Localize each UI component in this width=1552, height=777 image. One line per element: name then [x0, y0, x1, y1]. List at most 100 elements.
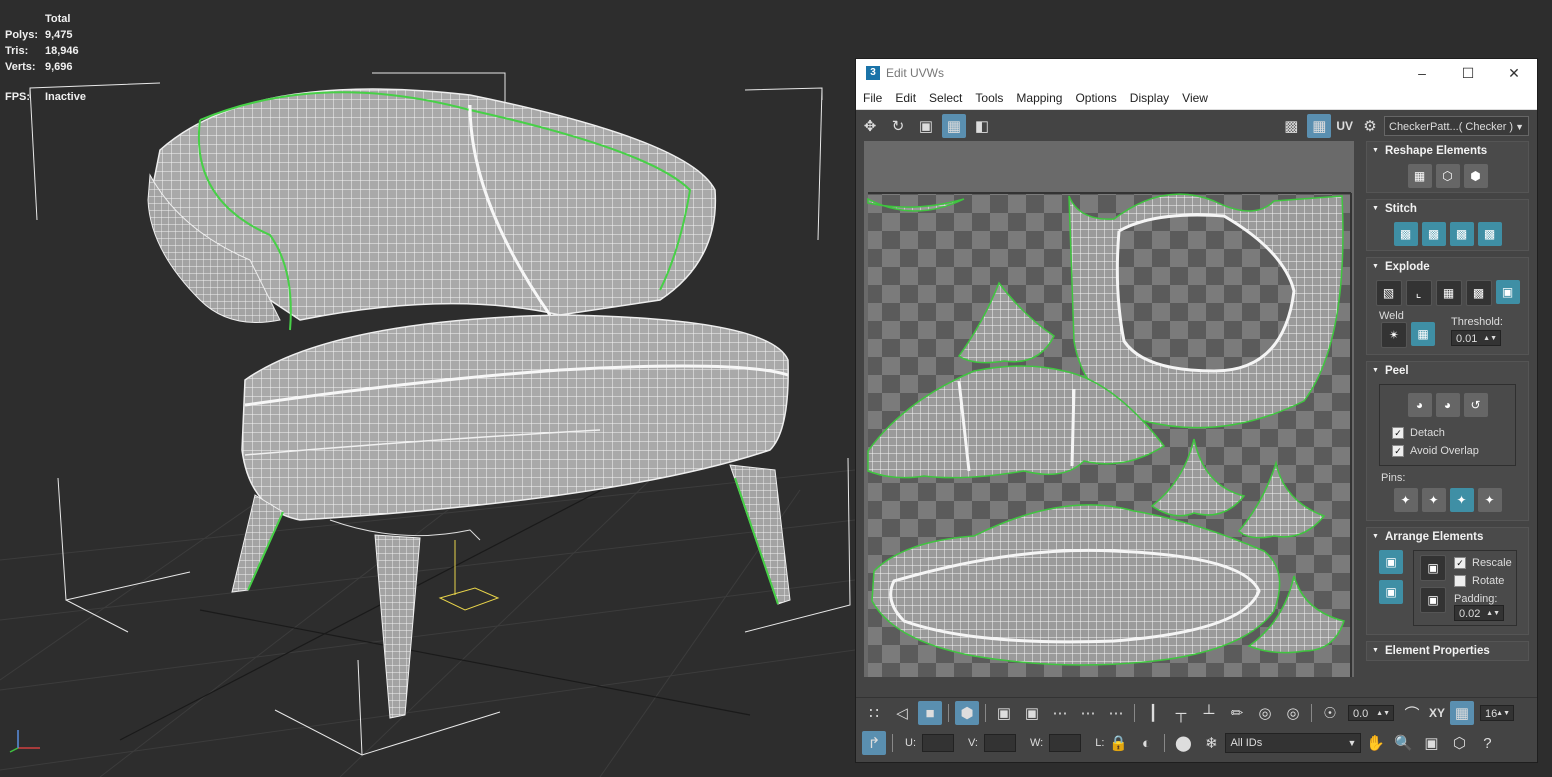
- checker-map-icon[interactable]: ▦: [1307, 114, 1332, 138]
- stitch-source-icon[interactable]: ▩: [1421, 222, 1446, 246]
- menu-file[interactable]: File: [856, 91, 888, 105]
- soft-select-icon[interactable]: ◎: [1253, 701, 1277, 725]
- freeze-icon[interactable]: ❄: [1199, 731, 1223, 755]
- shrink-selection-icon[interactable]: ▣: [1020, 701, 1044, 725]
- window-titlebar[interactable]: 3 Edit UVWs – ☐ ✕: [856, 59, 1537, 87]
- menu-display[interactable]: Display: [1123, 91, 1175, 105]
- menu-tools[interactable]: Tools: [968, 91, 1009, 105]
- window-title: Edit UVWs: [886, 66, 945, 80]
- weld-target-icon[interactable]: ▦: [1411, 322, 1435, 346]
- zoom-icon[interactable]: 🔍: [1391, 731, 1415, 755]
- loop-grow-icon[interactable]: ⋯: [1076, 701, 1100, 725]
- pin-icon[interactable]: ✦: [1393, 488, 1418, 512]
- flatten-by-material-icon[interactable]: ▩: [1465, 280, 1492, 306]
- unpin-icon[interactable]: ✦: [1421, 488, 1446, 512]
- maximize-button[interactable]: ☐: [1445, 59, 1491, 87]
- align-icon[interactable]: ┃: [1141, 701, 1165, 725]
- peel-mode-icon[interactable]: ◕: [1435, 393, 1460, 417]
- absolute-offset-icon[interactable]: ↱: [862, 731, 886, 755]
- select-pins-icon[interactable]: ✦: [1477, 488, 1502, 512]
- soft-selection-icon[interactable]: ☉: [1318, 701, 1342, 725]
- soft-select-falloff-icon[interactable]: ◎: [1281, 701, 1305, 725]
- pan-hand-icon[interactable]: ✋: [1363, 731, 1387, 755]
- texture-dropdown[interactable]: CheckerPatt...( Checker ) ▼: [1384, 116, 1529, 136]
- weld-selected-icon[interactable]: ✴: [1381, 322, 1407, 348]
- avoid-overlap-checkbox[interactable]: ✓ Avoid Overlap: [1392, 445, 1515, 457]
- close-button[interactable]: ✕: [1491, 59, 1537, 87]
- help-icon[interactable]: ?: [1475, 731, 1499, 755]
- chair-leg-front-left: [231, 494, 284, 593]
- chair-leg-right: [729, 464, 791, 605]
- falloff-curve-icon[interactable]: ⌒: [1400, 701, 1424, 725]
- detach-checkbox[interactable]: ✓ Detach: [1392, 427, 1515, 439]
- padding-spinner[interactable]: 0.02 ▲▼: [1454, 605, 1504, 621]
- soft-value-spinner[interactable]: 0.0 ▲▼: [1348, 705, 1394, 721]
- align-horizontal-icon[interactable]: ┴: [1197, 701, 1221, 725]
- paint-select-icon[interactable]: ✏: [1225, 701, 1249, 725]
- align-vertical-icon[interactable]: ┬: [1169, 701, 1193, 725]
- edge-mode-icon[interactable]: ◁: [890, 701, 914, 725]
- straighten-icon[interactable]: ▦: [1407, 164, 1432, 188]
- hide-icon[interactable]: ◐: [1134, 731, 1158, 755]
- menu-bar: File Edit Select Tools Mapping Options D…: [856, 87, 1537, 110]
- mirror-icon[interactable]: ◧: [970, 114, 994, 138]
- menu-view[interactable]: View: [1175, 91, 1214, 105]
- v-field[interactable]: [984, 734, 1016, 752]
- break-icon[interactable]: ▧: [1375, 280, 1402, 306]
- w-field[interactable]: [1049, 734, 1082, 752]
- lock-icon[interactable]: 🔒: [1106, 731, 1130, 755]
- relax-settings-icon[interactable]: ⬢: [1463, 164, 1488, 188]
- reshape-title: Reshape Elements: [1384, 145, 1488, 157]
- pack-custom-icon[interactable]: ▣: [1379, 550, 1403, 574]
- minimize-button[interactable]: –: [1399, 59, 1445, 87]
- flatten-icon[interactable]: ▣: [1495, 280, 1520, 304]
- vertex-mode-icon[interactable]: ∷: [862, 701, 886, 725]
- material-ids-dropdown[interactable]: All IDs ▼: [1225, 733, 1362, 753]
- pack-together-icon[interactable]: ▣: [1379, 580, 1403, 604]
- move-icon[interactable]: ✥: [858, 114, 882, 138]
- rescale-checkbox[interactable]: ✓ Rescale: [1454, 557, 1512, 569]
- zoom-extents-icon[interactable]: ⬡: [1447, 731, 1471, 755]
- grid-snap-icon[interactable]: ▦: [1450, 701, 1475, 725]
- flatten-by-smoothing-icon[interactable]: ▦: [1435, 280, 1462, 306]
- menu-options[interactable]: Options: [1068, 91, 1122, 105]
- loop-icon[interactable]: ⋯: [1048, 701, 1072, 725]
- rotate-icon[interactable]: ↻: [886, 114, 910, 138]
- checker-toggle-icon[interactable]: ▩: [1279, 114, 1303, 138]
- rollout-arrange-elements: ▼ Arrange Elements ▣ ▣ ▣ ▣ ✓ Rescale Rotat…: [1366, 527, 1529, 635]
- u-label: U:: [905, 737, 916, 749]
- quick-peel-icon[interactable]: ◕: [1407, 393, 1432, 417]
- pack-rescale-icon[interactable]: ▣: [1420, 587, 1446, 613]
- xy-axis-label[interactable]: XY: [1429, 706, 1445, 720]
- edit-uvws-window[interactable]: 3 Edit UVWs – ☐ ✕ File Edit Select Tools…: [855, 58, 1538, 763]
- relax-icon[interactable]: ⬡: [1435, 164, 1460, 188]
- menu-edit[interactable]: Edit: [888, 91, 922, 105]
- settings-icon[interactable]: ⚙: [1358, 114, 1382, 138]
- ring-icon[interactable]: ⋯: [1104, 701, 1128, 725]
- stitch-target-icon[interactable]: ▩: [1477, 222, 1502, 246]
- freeform-icon[interactable]: ▦: [942, 114, 966, 138]
- stitch-custom-icon[interactable]: ▩: [1393, 222, 1418, 246]
- menu-mapping[interactable]: Mapping: [1009, 91, 1068, 105]
- split-icon[interactable]: ⌞: [1405, 280, 1432, 306]
- pivot-gizmo: [438, 540, 500, 611]
- grow-selection-icon[interactable]: ▣: [992, 701, 1016, 725]
- pack-normalize-icon[interactable]: ▣: [1420, 555, 1446, 581]
- grid-value-spinner[interactable]: 16 ▲▼: [1480, 705, 1515, 721]
- zoom-region-icon[interactable]: ▣: [1419, 731, 1443, 755]
- threshold-spinner[interactable]: 0.01 ▲▼: [1451, 330, 1501, 346]
- element-mode-icon[interactable]: ⬢: [955, 701, 979, 725]
- uv-editor-canvas[interactable]: [864, 141, 1354, 677]
- scale-icon[interactable]: ▣: [914, 114, 938, 138]
- padding-label: Padding:: [1454, 593, 1498, 605]
- stitch-average-icon[interactable]: ▩: [1449, 222, 1474, 246]
- unhide-icon[interactable]: ⬤: [1171, 731, 1195, 755]
- uv-space-label[interactable]: UV: [1336, 119, 1353, 133]
- reset-peel-icon[interactable]: ↺: [1463, 393, 1488, 417]
- rotate-checkbox[interactable]: Rotate: [1454, 575, 1512, 587]
- v-label: V:: [968, 737, 978, 749]
- menu-select[interactable]: Select: [922, 91, 968, 105]
- auto-pin-icon[interactable]: ✦: [1449, 488, 1474, 512]
- u-field[interactable]: [922, 734, 954, 752]
- face-mode-icon[interactable]: ■: [918, 701, 942, 725]
